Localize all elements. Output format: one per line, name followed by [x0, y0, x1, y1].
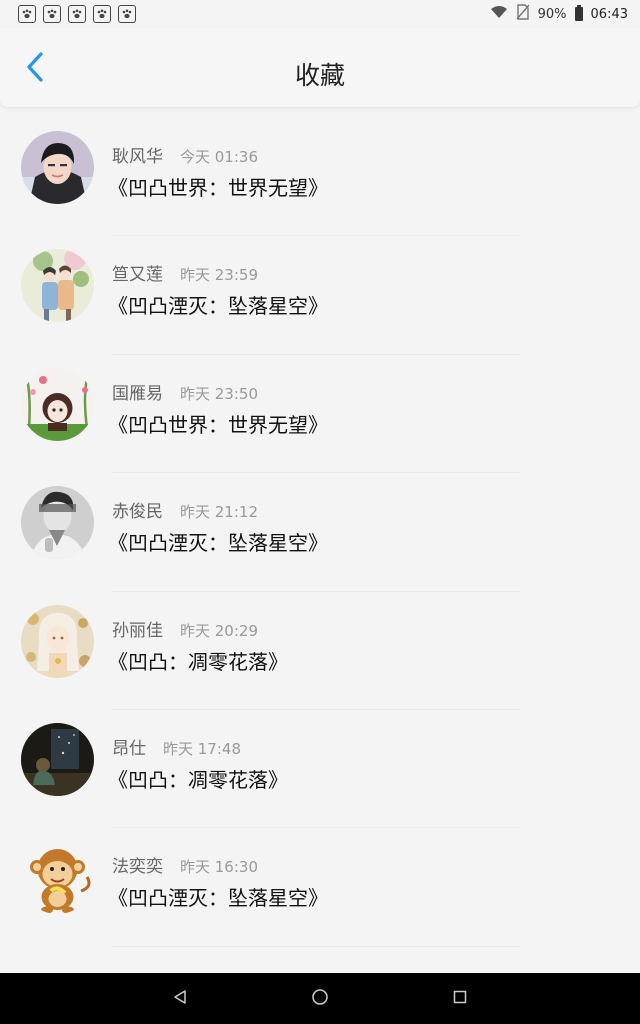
timestamp: 昨天 17:48 [163, 739, 241, 758]
timestamp: 昨天 16:30 [180, 858, 258, 877]
item-meta: 孙丽佳 昨天 20:29 [112, 616, 258, 641]
timestamp: 昨天 23:59 [180, 266, 258, 285]
avatar[interactable] [21, 249, 94, 323]
favorites-list: 耿风华 今天 01:36 《凹凸世界：世界无望》 笪又莲 昨天 23:59 《凹… [0, 118, 640, 948]
story-title[interactable]: 《凹凸湮灭：坠落星空》 [108, 290, 328, 319]
story-title[interactable]: 《凹凸湮灭：坠落星空》 [108, 527, 328, 556]
list-item[interactable]: 法奕奕 昨天 16:30 《凹凸湮灭：坠落星空》 [0, 828, 640, 948]
wifi-icon [490, 5, 508, 23]
story-title[interactable]: 《凹凸世界：世界无望》 [108, 409, 328, 438]
page-title: 收藏 [294, 61, 345, 90]
no-sim-icon [516, 4, 530, 24]
story-title[interactable]: 《凹凸世界：世界无望》 [108, 172, 328, 201]
story-title[interactable]: 《凹凸湮灭：坠落星空》 [108, 882, 328, 911]
system-nav-bar [0, 973, 640, 1024]
avatar[interactable] [21, 367, 94, 441]
timestamp: 昨天 20:29 [180, 621, 258, 640]
avatar[interactable] [21, 486, 94, 560]
avatar[interactable] [21, 841, 94, 915]
notification-icons [18, 5, 136, 23]
list-item[interactable]: 赤俊民 昨天 21:12 《凹凸湮灭：坠落星空》 [0, 473, 640, 592]
battery-icon [574, 5, 583, 21]
circle-home-icon [311, 988, 329, 1010]
paw-icon [118, 5, 136, 23]
list-item[interactable]: 昂仕 昨天 17:48 《凹凸：凋零花落》 [0, 710, 640, 829]
item-meta: 耿风华 今天 01:36 [112, 142, 258, 167]
paw-icon [93, 5, 111, 23]
username: 孙丽佳 [112, 620, 163, 641]
username: 昂仕 [112, 738, 146, 759]
triangle-back-icon [172, 989, 188, 1009]
item-meta: 昂仕 昨天 17:48 [112, 734, 241, 759]
avatar[interactable] [21, 131, 94, 204]
avatar[interactable] [21, 722, 94, 796]
username: 国雁易 [112, 383, 163, 404]
username: 笪又莲 [112, 265, 163, 286]
clock: 06:43 [590, 6, 628, 22]
nav-back-button[interactable] [160, 979, 200, 1019]
item-meta: 国雁易 昨天 23:50 [112, 379, 258, 404]
list-item[interactable]: 笪又莲 昨天 23:59 《凹凸湮灭：坠落星空》 [0, 236, 640, 356]
item-meta: 法奕奕 昨天 16:30 [112, 852, 258, 877]
item-meta: 笪又莲 昨天 23:59 [112, 260, 258, 285]
username: 耿风华 [112, 147, 163, 167]
timestamp: 今天 01:36 [180, 148, 258, 166]
battery-percent: 90% [537, 6, 567, 22]
paw-icon [18, 5, 36, 23]
status-bar: 90% 06:43 [0, 0, 640, 28]
list-item[interactable]: 国雁易 昨天 23:50 《凹凸世界：世界无望》 [0, 355, 640, 474]
item-meta: 赤俊民 昨天 21:12 [112, 497, 258, 522]
paw-icon [68, 5, 86, 23]
story-title[interactable]: 《凹凸：凋零花落》 [108, 764, 288, 793]
timestamp: 昨天 21:12 [180, 503, 258, 522]
list-item[interactable]: 孙丽佳 昨天 20:29 《凹凸：凋零花落》 [0, 592, 640, 711]
story-title[interactable]: 《凹凸：凋零花落》 [108, 646, 288, 675]
timestamp: 昨天 23:50 [180, 384, 258, 403]
status-right: 90% 06:43 [490, 4, 628, 24]
list-item[interactable]: 耿风华 今天 01:36 《凹凸世界：世界无望》 [0, 118, 640, 237]
username: 赤俊民 [112, 502, 163, 523]
username: 法奕奕 [112, 857, 163, 878]
nav-recents-button[interactable] [440, 979, 480, 1019]
paw-icon [43, 5, 61, 23]
nav-home-button[interactable] [300, 979, 340, 1019]
app-header: 收藏 [0, 28, 640, 108]
avatar[interactable] [21, 604, 94, 678]
square-recents-icon [453, 989, 467, 1008]
